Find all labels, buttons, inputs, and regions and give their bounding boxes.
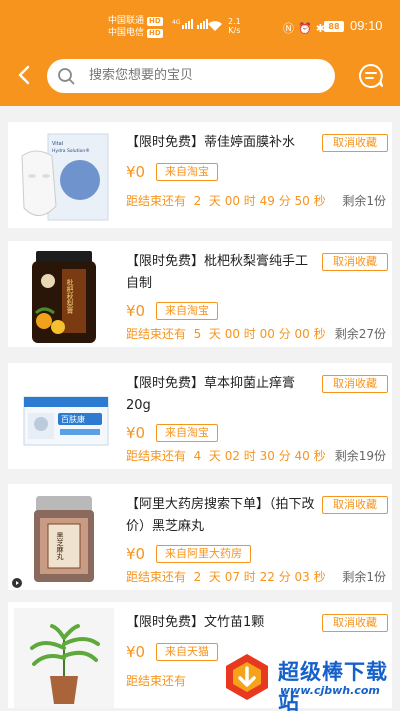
list-item[interactable]: 百肤康 【限时免费】草本抑菌止痒膏20g 取消收藏 ¥0 来自淘宝 距结束还有 … xyxy=(8,363,392,469)
cancel-favorite-button[interactable]: 取消收藏 xyxy=(322,614,388,632)
price: ¥0 xyxy=(126,163,146,181)
item-title[interactable]: 【限时免费】文竹苗1颗 xyxy=(126,612,316,634)
cancel-favorite-button[interactable]: 取消收藏 xyxy=(322,253,388,271)
countdown: 距结束还有 xyxy=(126,674,187,688)
nfc-icon: Ⓝ xyxy=(283,22,298,35)
search-input[interactable] xyxy=(89,59,319,93)
item-title[interactable]: 【限时免费】枇杷秋梨膏纯手工自制 xyxy=(126,251,316,295)
price-row: ¥0 来自淘宝 xyxy=(126,163,218,181)
list-item[interactable]: 黑芝麻丸 【阿里大药房搜索下单】（拍下改价）黑芝麻丸 取消收藏 ¥0 来自阿里大… xyxy=(8,484,392,590)
price-row: ¥0 来自淘宝 xyxy=(126,302,218,320)
box-label: 百肤康 xyxy=(61,414,85,424)
pack-label: Vital xyxy=(52,141,63,147)
countdown: 距结束还有 4 天 02 时 30 分 40 秒 xyxy=(126,449,326,463)
price: ¥0 xyxy=(126,545,146,563)
clock: 09:10 xyxy=(350,18,383,33)
carrier-info: 中国联通 HD 中国电信 HD xyxy=(108,15,163,39)
item-title[interactable]: 【限时免费】蒂佳婷面膜补水 xyxy=(126,132,316,154)
price-row: ¥0 来自天猫 xyxy=(126,643,218,661)
loquat-paste-jar-image: 枇杷秋梨膏 xyxy=(14,247,114,347)
message-icon[interactable] xyxy=(358,63,384,89)
list-item[interactable]: 枇杷秋梨膏 【限时免费】枇杷秋梨膏纯手工自制 取消收藏 ¥0 来自淘宝 距结束还… xyxy=(8,241,392,347)
system-icons: Ⓝ⏰✱ xyxy=(283,20,329,36)
play-icon[interactable] xyxy=(12,578,22,588)
countdown: 距结束还有 5 天 00 时 00 分 00 秒 xyxy=(126,327,326,341)
status-bar: 中国联通 HD 中国电信 HD 4G 2.1 K/s Ⓝ⏰✱ 88 09:10 xyxy=(0,0,400,50)
hd-badge: HD xyxy=(147,29,163,38)
ointment-box-image: 百肤康 xyxy=(14,369,114,469)
carrier-2: 中国电信 xyxy=(108,28,145,38)
speed-unit: K/s xyxy=(228,26,241,35)
carrier-1: 中国联通 xyxy=(108,16,145,26)
watermark-url: www.cjbwh.com xyxy=(280,684,380,697)
price: ¥0 xyxy=(126,424,146,442)
source-badge: 来自淘宝 xyxy=(156,163,218,181)
network-speed: 2.1 K/s xyxy=(228,17,241,35)
search-icon xyxy=(58,68,75,85)
net-type: 4G xyxy=(172,19,181,26)
cancel-favorite-button[interactable]: 取消收藏 xyxy=(322,134,388,152)
remaining-count: 剩余1份 xyxy=(342,194,386,208)
source-badge: 来自淘宝 xyxy=(156,302,218,320)
jar-label: 枇杷秋梨膏 xyxy=(66,278,74,315)
wifi-icon xyxy=(208,21,222,31)
list-item[interactable]: Vital Hydra Solution® 【限时免费】蒂佳婷面膜补水 取消收藏… xyxy=(8,122,392,228)
cancel-favorite-button[interactable]: 取消收藏 xyxy=(322,496,388,514)
speed-value: 2.1 xyxy=(228,17,241,26)
price: ¥0 xyxy=(126,643,146,661)
face-mask-product-image: Vital Hydra Solution® xyxy=(14,128,114,228)
item-title[interactable]: 【限时免费】草本抑菌止痒膏20g xyxy=(126,373,316,417)
top-navbar xyxy=(0,50,400,106)
remaining-count: 剩余1份 xyxy=(342,570,386,584)
sesame-pill-jar-image: 黑芝麻丸 xyxy=(14,490,114,590)
price: ¥0 xyxy=(126,302,146,320)
signal-icon: 4G xyxy=(172,19,209,29)
cancel-favorite-button[interactable]: 取消收藏 xyxy=(322,375,388,393)
source-badge: 来自阿里大药房 xyxy=(156,545,251,563)
item-title[interactable]: 【阿里大药房搜索下单】（拍下改价）黑芝麻丸 xyxy=(126,494,316,538)
countdown: 距结束还有 2 天 07 时 22 分 03 秒 xyxy=(126,570,326,584)
download-site-logo xyxy=(226,654,268,700)
asparagus-fern-plant-image xyxy=(14,608,114,708)
source-badge: 来自淘宝 xyxy=(156,424,218,442)
remaining-count: 剩余27份 xyxy=(334,327,386,341)
countdown: 距结束还有 2 天 00 时 49 分 50 秒 xyxy=(126,194,326,208)
battery-icon: 88 xyxy=(324,21,344,32)
price-row: ¥0 来自淘宝 xyxy=(126,424,218,442)
alarm-icon: ⏰ xyxy=(298,22,316,35)
pack-label: Hydra Solution® xyxy=(52,147,90,154)
search-bar[interactable] xyxy=(47,59,335,93)
watermark: 超级棒下载站 www.cjbwh.com xyxy=(218,652,400,711)
back-arrow-icon[interactable] xyxy=(12,62,38,88)
source-badge: 来自天猫 xyxy=(156,643,218,661)
hd-badge: HD xyxy=(147,17,163,26)
price-row: ¥0 来自阿里大药房 xyxy=(126,545,251,563)
jar-label: 黑芝麻丸 xyxy=(56,532,64,561)
remaining-count: 剩余19份 xyxy=(334,449,386,463)
